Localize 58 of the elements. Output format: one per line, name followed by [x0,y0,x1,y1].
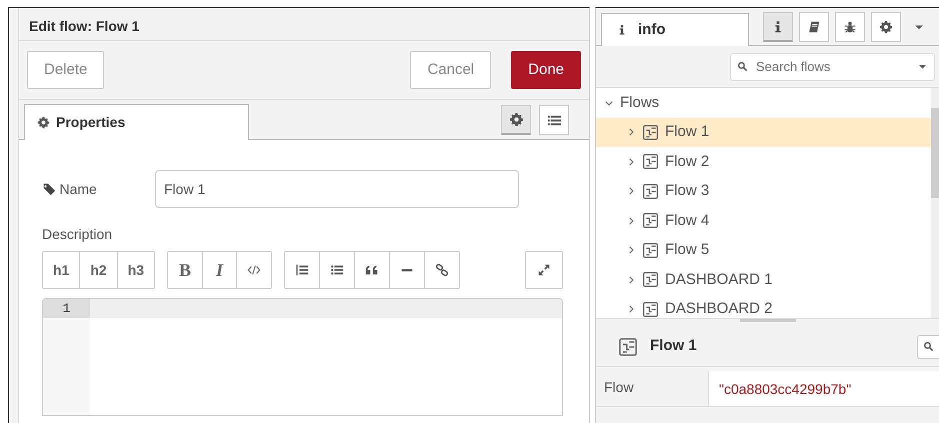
line-number: 1 [43,299,90,318]
view-toggle-button[interactable] [539,105,569,135]
search-input[interactable]: Search flows [754,56,911,78]
settings-icon [508,112,524,127]
flow-item[interactable]: DASHBOARD 1 [596,265,931,294]
flow-item[interactable]: Flow 4 [596,206,931,236]
done-button[interactable]: Done [511,51,581,89]
field-label: Name [60,180,97,198]
bug-icon [843,20,857,34]
flow-icon [618,336,638,356]
flow-icon [642,271,659,288]
search-icon [923,341,934,352]
settings-button[interactable] [871,12,901,42]
flow-item[interactable]: DASHBOARD 2 [596,294,931,318]
flow-icon [642,124,659,141]
info-tab[interactable]: info [601,13,749,46]
dialog-title: Edit flow: Flow 1 [19,8,589,41]
numbered-list-icon [295,263,310,277]
code-editor[interactable]: 1 [42,298,563,416]
view-toggle-button[interactable] [501,105,531,135]
property-value: "c0a8803cc4299b7b" [718,380,852,399]
tag-icon [42,182,56,196]
flow-icon [642,153,659,170]
search-button[interactable] [917,334,939,358]
bullet-list-icon [330,263,344,277]
flow-item[interactable]: Flow 1 [596,118,931,147]
settings-icon [879,20,893,34]
flow-item[interactable]: Flow 3 [596,176,931,206]
book-icon [807,20,821,34]
flow-icon [642,182,659,200]
delete-button[interactable]: Delete [27,51,104,89]
property-key: Flow [596,371,709,406]
bug-button[interactable] [835,12,865,42]
flow-icon [642,212,659,230]
cancel-button[interactable]: Cancel [410,51,492,89]
info-title: Flow 1 [650,336,697,356]
heading-button[interactable]: h3 [116,252,154,288]
name-field[interactable]: Flow 1 [155,170,519,208]
expand-icon [537,263,551,277]
properties-tab[interactable]: Properties [24,104,249,140]
search-field[interactable]: Search flows [730,52,935,80]
flow-icon [642,242,659,259]
code-button[interactable] [236,252,272,288]
flow-item[interactable]: Flow 5 [596,236,931,265]
link-icon [435,263,450,277]
search-icon [737,61,748,72]
flow-item[interactable]: Flow 2 [596,147,931,176]
field-label: Description [42,225,114,244]
tree-label: Flows [620,92,660,112]
info-button[interactable] [763,12,793,42]
book-button[interactable] [799,12,829,42]
quote-icon [365,263,380,277]
code-icon [247,263,262,277]
flow-icon [642,300,659,318]
link-button[interactable] [424,252,460,288]
resize-handle[interactable] [740,319,796,322]
settings-icon [37,116,50,129]
tree-item[interactable]: Flows [596,88,931,118]
